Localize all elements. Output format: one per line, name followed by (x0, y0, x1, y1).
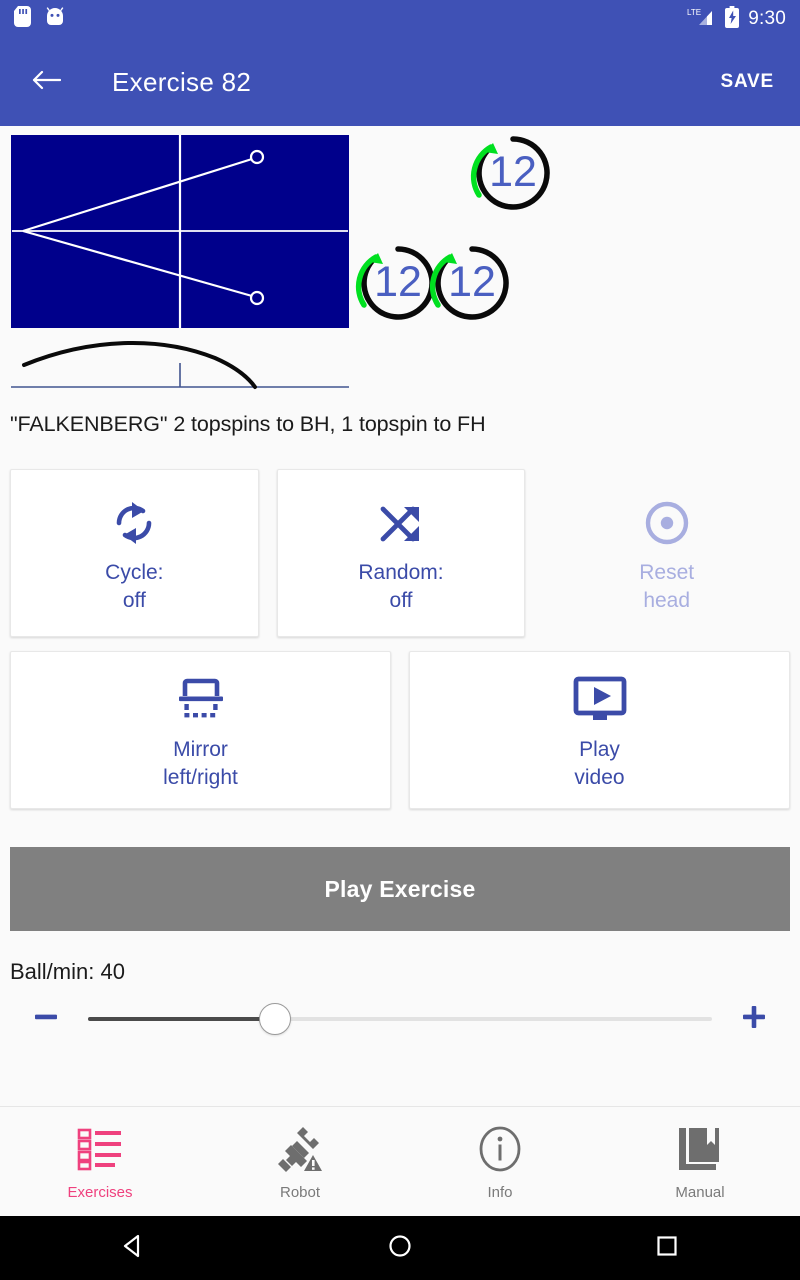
system-navigation-bar (0, 1216, 800, 1280)
play-exercise-button[interactable]: Play Exercise (10, 847, 790, 931)
status-bar: LTE 9:30 (0, 0, 800, 38)
recents-square-icon (654, 1233, 680, 1264)
play-video-monitor-icon (573, 668, 627, 724)
random-label: Random: off (358, 559, 443, 615)
nav-tab-exercises[interactable]: Exercises (0, 1122, 200, 1201)
reset-target-icon (643, 491, 691, 547)
android-robot-icon (45, 7, 65, 31)
svg-text:12: 12 (489, 148, 537, 196)
cycle-label: Cycle: off (105, 559, 163, 615)
play-video-card[interactable]: Play video (409, 651, 790, 809)
signal-icon: LTE (686, 6, 716, 33)
options-row-2: Mirror left/right Play video (0, 651, 800, 809)
svg-text:12: 12 (374, 258, 422, 306)
minus-icon (32, 1003, 60, 1036)
list-checklist-icon (77, 1122, 123, 1176)
manual-book-icon (676, 1122, 724, 1176)
mirror-label-line2: left/right (163, 766, 238, 789)
sd-card-icon (14, 6, 31, 32)
mirror-label: Mirror left/right (163, 736, 238, 792)
nav-tab-manual[interactable]: Manual (600, 1122, 800, 1201)
options-row-1: Cycle: off Random: off Reset head (0, 469, 800, 637)
exercise-diagram[interactable]: 12 12 12 (0, 126, 800, 398)
cycle-label-line2: off (122, 589, 146, 612)
reset-head-card: Reset head (543, 469, 790, 637)
system-home-button[interactable] (345, 1233, 455, 1264)
reset-head-label-line2: head (643, 589, 691, 612)
exercise-description: "FALKENBERG" 2 topspins to BH, 1 topspin… (10, 412, 486, 436)
slider-track-fill (88, 1017, 276, 1021)
increase-ball-rate-button[interactable] (726, 1003, 782, 1036)
back-triangle-icon (120, 1233, 146, 1264)
status-bar-right-icons: LTE 9:30 (686, 5, 786, 33)
reset-head-label-line1: Reset (639, 561, 695, 585)
battery-charging-icon (725, 5, 740, 33)
mirror-horizontal-icon (175, 668, 227, 724)
back-button[interactable] (26, 62, 66, 102)
bottom-navigation: Exercises Robot Info Manual (0, 1106, 800, 1216)
nav-label-manual: Manual (675, 1184, 725, 1201)
play-video-label: Play video (574, 736, 624, 792)
diagram-svg: 12 12 12 (11, 135, 550, 389)
plus-icon (740, 1003, 768, 1036)
ball-rate-label: Ball/min: 40 (10, 959, 125, 984)
app-root: LTE 9:30 Exercise 82 SAVE 12 12 12 "FALK… (0, 0, 800, 1280)
app-bar: Exercise 82 SAVE (0, 38, 800, 126)
ball-rate-slider[interactable] (88, 999, 712, 1039)
mirror-card[interactable]: Mirror left/right (10, 651, 391, 809)
home-circle-icon (387, 1233, 413, 1264)
svg-text:LTE: LTE (687, 8, 701, 17)
cycle-card[interactable]: Cycle: off (10, 469, 259, 637)
info-circle-icon (477, 1122, 523, 1176)
slider-thumb[interactable] (259, 1003, 292, 1035)
reset-head-label: Reset head (639, 559, 694, 615)
nav-tab-robot[interactable]: Robot (200, 1122, 400, 1201)
robot-disconnected-warning-icon (275, 1122, 325, 1176)
nav-tab-info[interactable]: Info (400, 1122, 600, 1201)
nav-label-exercises: Exercises (67, 1184, 133, 1201)
spin-indicator-1: 12 (470, 136, 550, 210)
cycle-loop-icon (110, 491, 158, 547)
random-label-line1: Random: (358, 561, 444, 585)
play-video-label-line2: video (574, 766, 625, 789)
clock-time: 9:30 (748, 8, 786, 29)
spin-indicator-2: 12 (355, 246, 435, 320)
nav-label-robot: Robot (279, 1184, 321, 1201)
random-card[interactable]: Random: off (276, 469, 526, 637)
ball-rate-slider-row (0, 985, 800, 1039)
mirror-label-line1: Mirror (173, 738, 228, 762)
back-arrow-icon (31, 68, 62, 97)
svg-text:12: 12 (448, 258, 496, 306)
shuffle-icon (377, 491, 425, 547)
cycle-label-line1: Cycle: (105, 561, 164, 585)
status-bar-left-icons (14, 6, 65, 32)
system-recents-button[interactable] (612, 1233, 722, 1264)
page-title: Exercise 82 (112, 66, 252, 97)
decrease-ball-rate-button[interactable] (18, 1003, 74, 1036)
nav-label-info: Info (487, 1184, 513, 1201)
random-label-line2: off (389, 589, 413, 612)
save-button[interactable]: SAVE (720, 71, 774, 93)
spin-indicator-3: 12 (429, 246, 509, 320)
play-video-label-line1: Play (579, 738, 620, 762)
system-back-button[interactable] (78, 1233, 188, 1264)
